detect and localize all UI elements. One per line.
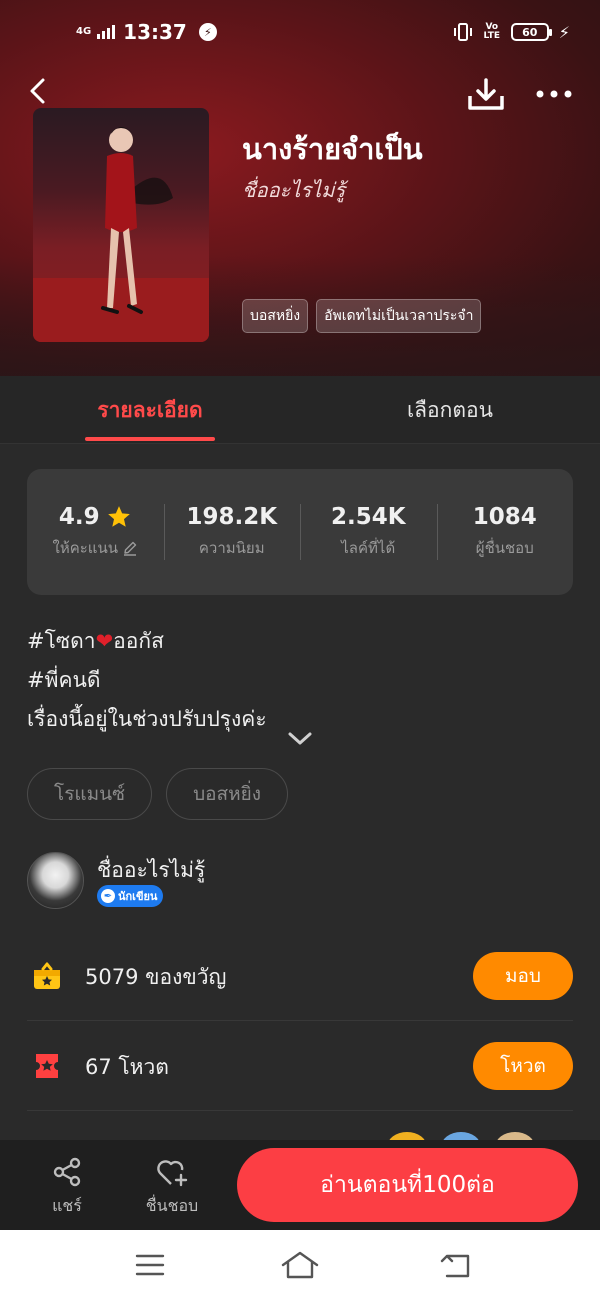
book-author[interactable]: ชื่ออะไรไม่รู้ xyxy=(242,174,345,206)
continue-reading-button[interactable]: อ่านตอนที่100ต่อ xyxy=(237,1148,578,1222)
favorite-button[interactable]: ชื่นชอบ xyxy=(137,1156,207,1219)
author-name[interactable]: ชื่ออะไรไม่รู้ xyxy=(97,854,205,887)
volte-icon: Vo LTE xyxy=(483,22,501,41)
network-type: 4G xyxy=(76,26,92,37)
signal-icon xyxy=(97,25,116,39)
tag-badge[interactable]: บอสหยิ่ง xyxy=(242,299,309,333)
description-line-1b: ออกัส xyxy=(113,629,164,653)
book-title: นางร้ายจำเป็น xyxy=(242,132,423,166)
home-icon[interactable] xyxy=(280,1248,320,1282)
tab-bar: รายละเอียด เลือกตอน xyxy=(0,376,600,444)
star-icon xyxy=(107,506,130,527)
writer-badge-label: นักเขียน xyxy=(118,890,158,903)
vote-ticket-icon xyxy=(36,1054,58,1078)
tab-details[interactable]: รายละเอียด xyxy=(70,376,230,444)
back-nav-icon[interactable] xyxy=(437,1248,477,1282)
share-button[interactable]: แชร์ xyxy=(32,1156,102,1219)
favorites-value: 1084 xyxy=(472,504,537,530)
description-line-2: #พี่คนดี xyxy=(27,668,101,692)
download-icon[interactable] xyxy=(466,76,506,112)
charging-icon: ⚡ xyxy=(558,22,570,42)
menu-icon[interactable] xyxy=(130,1248,170,1282)
rating-label: ให้คะแนน xyxy=(52,539,118,557)
cover-figure-illustration xyxy=(33,127,209,342)
gift-row: 5079 ของขวัญ มอบ xyxy=(27,931,573,1021)
back-arrow-icon[interactable] xyxy=(24,76,54,106)
pencil-icon[interactable] xyxy=(122,540,138,556)
vote-count-label: 67 โหวต xyxy=(85,1055,169,1079)
tag-badge[interactable]: อัพเดทไม่เป็นเวลาประจำ xyxy=(316,299,482,333)
battery-icon: 60 xyxy=(510,23,552,41)
favorite-label: ชื่นชอบ xyxy=(145,1196,199,1215)
messenger-icon: ⚡ xyxy=(198,23,217,41)
popularity-value: 198.2K xyxy=(186,504,278,530)
genre-chip[interactable]: บอสหยิ่ง xyxy=(166,768,289,820)
likes-value: 2.54K xyxy=(330,504,406,530)
stat-popularity: 198.2K ความนิยม xyxy=(163,502,301,562)
share-label: แชร์ xyxy=(52,1196,82,1215)
vote-button[interactable]: โหวต xyxy=(473,1042,573,1090)
genre-list: โรแมนซ์ บอสหยิ่ง xyxy=(27,768,289,820)
heart-plus-icon xyxy=(157,1160,188,1187)
more-options-icon[interactable] xyxy=(534,82,574,106)
book-cover-image[interactable] xyxy=(33,108,209,342)
gift-count-label: 5079 ของขวัญ xyxy=(85,965,227,989)
stats-card: 4.9 ให้คะแนน 198.2K ความนิยม 2.54K ไลค์ท… xyxy=(27,469,573,595)
stat-favorites: 1084 ผู้ชื่นชอบ xyxy=(436,502,574,562)
status-bar: 4G 13:37 ⚡ Vo LTE 60 ⚡ xyxy=(0,0,600,66)
book-description: #โซดา❤ออกัส #พี่คนดี เรื่องนี้อยู่ในช่วง… xyxy=(27,622,267,739)
give-gift-button[interactable]: มอบ xyxy=(473,952,573,1000)
stat-rating[interactable]: 4.9 ให้คะแนน xyxy=(27,502,164,562)
vibrate-icon xyxy=(453,23,472,41)
writer-badge: ✒ นักเขียน xyxy=(97,885,164,907)
expand-chevron-down-icon[interactable] xyxy=(287,730,313,748)
share-icon xyxy=(53,1157,81,1187)
likes-label: ไลค์ที่ได้ xyxy=(341,539,396,557)
gift-icon xyxy=(34,962,60,989)
active-tab-indicator xyxy=(85,437,215,441)
tab-chapters[interactable]: เลือกตอน xyxy=(370,376,530,444)
pen-nib-icon: ✒ xyxy=(101,889,115,903)
heart-icon: ❤ xyxy=(95,629,114,653)
rating-value: 4.9 xyxy=(58,504,100,530)
description-line-1a: #โซดา xyxy=(27,629,96,653)
author-avatar[interactable] xyxy=(27,852,84,909)
bottom-action-bar: แชร์ ชื่นชอบ อ่านตอนที่100ต่อ xyxy=(0,1140,600,1230)
clock: 13:37 xyxy=(123,20,187,44)
stat-likes: 2.54K ไลค์ที่ได้ xyxy=(300,502,437,562)
popularity-label: ความนิยม xyxy=(198,539,265,557)
genre-chip[interactable]: โรแมนซ์ xyxy=(27,768,153,820)
author-row[interactable]: ชื่ออะไรไม่รู้ ✒ นักเขียน xyxy=(27,852,573,912)
system-navigation-bar xyxy=(0,1230,600,1300)
book-tags: บอสหยิ่ง อัพเดทไม่เป็นเวลาประจำ xyxy=(242,299,482,333)
vote-row: 67 โหวต โหวต xyxy=(27,1021,573,1111)
favorites-label: ผู้ชื่นชอบ xyxy=(475,539,534,557)
description-line-3: เรื่องนี้อยู่ในช่วงปรับปรุงค่ะ xyxy=(27,707,267,731)
